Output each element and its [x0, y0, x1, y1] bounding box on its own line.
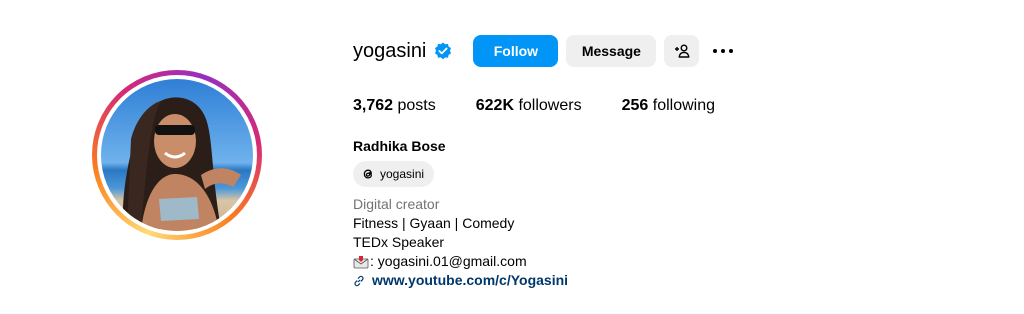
followers-label: followers: [518, 97, 582, 114]
posts-count: 3,762: [353, 97, 394, 114]
more-dot: [729, 49, 734, 53]
profile-stats: 3,762 posts 622K followers 256 following: [353, 97, 755, 115]
username: yogasini: [353, 39, 427, 62]
following-label: following: [652, 97, 716, 114]
follow-button[interactable]: Follow: [473, 35, 559, 67]
avatar-photo: [101, 79, 253, 231]
full-name: Radhika Bose: [353, 138, 446, 154]
link-icon: [354, 275, 364, 286]
followers-count: 622K: [475, 97, 514, 114]
following-count: 256: [621, 97, 649, 114]
posts-label: posts: [397, 97, 436, 114]
bio: Digital creator Fitness | Gyaan | Comedy…: [353, 195, 568, 290]
email-text: : yogasini.01@gmail.com: [370, 253, 527, 269]
bio-line: Fitness | Gyaan | Comedy: [353, 215, 515, 231]
following-stat[interactable]: 256 following: [622, 97, 715, 115]
threads-icon: [363, 169, 372, 179]
bio-line: TEDx Speaker: [353, 234, 445, 250]
avatar-gap: [97, 75, 257, 235]
category-label: Digital creator: [353, 196, 440, 212]
posts-stat: 3,762 posts: [353, 97, 436, 115]
more-options-icon[interactable]: [713, 35, 734, 67]
suggested-accounts-button[interactable]: [664, 35, 700, 67]
add-user-icon: [674, 44, 690, 58]
verified-badge-icon: [434, 42, 452, 60]
envelope-icon: [353, 255, 369, 268]
email-line: : yogasini.01@gmail.com: [353, 252, 568, 271]
more-dot: [713, 49, 718, 53]
avatar-story-ring[interactable]: [92, 70, 262, 240]
message-button[interactable]: Message: [566, 35, 657, 67]
profile-header: yogasini Follow Message: [353, 34, 734, 68]
threads-badge[interactable]: yogasini: [353, 161, 435, 187]
followers-stat[interactable]: 622K followers: [476, 97, 582, 115]
link-text: www.youtube.com/c/Yogasini: [372, 272, 569, 288]
external-link[interactable]: www.youtube.com/c/Yogasini: [353, 271, 568, 290]
avatar[interactable]: [101, 79, 253, 231]
more-dot: [721, 49, 726, 53]
threads-handle: yogasini: [380, 167, 425, 181]
